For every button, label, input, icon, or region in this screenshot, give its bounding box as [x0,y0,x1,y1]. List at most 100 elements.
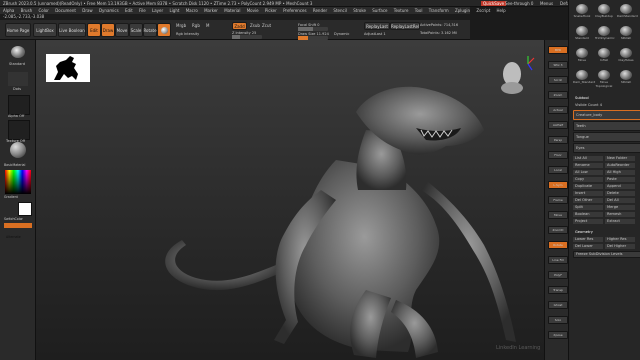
edit-button[interactable]: Edit [87,23,101,37]
menu-marker[interactable]: Marker [204,8,218,13]
see-through-slider[interactable]: See-through 0 [505,1,533,6]
brush-standard-button[interactable]: Standard [573,26,591,42]
menu-tool[interactable]: Tool [415,8,423,13]
subtool-autoreorder-button[interactable]: AutoReorder [605,163,635,168]
right-shelf-frame-button[interactable]: Frame [548,196,568,204]
subtool-delete-button[interactable]: Delete [605,191,635,196]
subtool-item[interactable]: Eyes [573,143,640,153]
viewport-canvas[interactable]: LinkedIn Learning [36,40,544,360]
subtool-remesh-button[interactable]: Remesh [605,212,635,217]
menu-macro[interactable]: Macro [186,8,198,13]
brush-trimdynamic-button[interactable]: TrimDynamic [595,26,615,42]
standard-brush-button[interactable] [8,46,28,62]
color-picker[interactable] [5,170,31,194]
subtool-insert-button[interactable]: Insert [573,191,603,196]
right-shelf-solo-button[interactable]: Solo [548,316,568,324]
live-boolean-button[interactable]: Live Boolean [58,23,86,37]
brush-claybuildup-button[interactable]: ClayBuildup [595,4,613,20]
menu-surface[interactable]: Surface [372,8,387,13]
mrgb-button[interactable]: Mrgb [176,23,186,29]
menu-zscript[interactable]: Zscript [476,8,490,13]
menu-edit[interactable]: Edit [125,8,133,13]
menu-document[interactable]: Document [55,8,76,13]
replay-last-button[interactable]: ReplayLast [364,22,390,30]
subtool-extract-button[interactable]: Extract [605,219,635,224]
rotate-button[interactable]: Rotate [143,23,157,37]
rgb-button[interactable]: Rgb [192,23,200,29]
home-page-button[interactable]: Home Page [5,23,31,37]
lower-res-button[interactable]: Lower Res [573,237,603,242]
right-shelf-zoomd-button[interactable]: ZoomD [548,226,568,234]
alpha-off-button[interactable] [8,95,30,115]
subtool-paste-button[interactable]: Paste [605,177,635,182]
menu-material[interactable]: Material [224,8,240,13]
menu-picker[interactable]: Picker [265,8,277,13]
subtool-new-folder-button[interactable]: New Folder [605,156,635,161]
subtool-list-all-button[interactable]: List All [573,156,603,161]
menu-preferences[interactable]: Preferences [283,8,307,13]
right-shelf-xpose-button[interactable]: Xpose [548,331,568,339]
move-button[interactable]: Move [115,23,129,37]
menu-stroke[interactable]: Stroke [353,8,366,13]
right-shelf-polyf-button[interactable]: PolyF [548,271,568,279]
subtool-rename-button[interactable]: Rename [573,163,603,168]
material-button[interactable] [8,142,28,162]
right-shelf-spix-3-button[interactable]: SPix 3 [548,61,568,69]
scale-button[interactable]: Scale [129,23,143,37]
right-shelf-bpr-button[interactable]: BPR [548,46,568,54]
menu-dynamics[interactable]: Dynamics [99,8,119,13]
zsub-button[interactable]: Zsub [250,23,260,29]
menu-color[interactable]: Color [38,8,48,13]
subtool-project-button[interactable]: Project [573,219,603,224]
brush-damstandard-button[interactable]: DamStandard [617,4,638,20]
right-shelf-move-button[interactable]: Move [548,211,568,219]
brush-inflat-button[interactable]: Inflat [595,48,613,64]
right-shelf-actual-button[interactable]: Actual [548,106,568,114]
subtool-item[interactable]: Creature_body [573,110,640,120]
material-swatch-button[interactable] [157,23,171,37]
subtool-split-button[interactable]: Split [573,205,603,210]
menu-alpha[interactable]: Alpha [3,8,14,13]
del-higher-button[interactable]: Del Higher [605,244,635,249]
subtool-item[interactable]: Teeth [573,121,640,131]
freeze-subdivision-levels-button[interactable]: Freeze SubDivision Levels [573,251,640,258]
menu-draw[interactable]: Draw [82,8,92,13]
subtool-del-all-button[interactable]: Del All [605,198,635,203]
switch-color-label[interactable]: SwitchColor [4,217,23,222]
brush-dam-standard-button[interactable]: Dam_Standard [573,70,595,86]
quicksave-button[interactable]: QuickSave [481,1,507,6]
menu-light[interactable]: Light [169,8,179,13]
menu-render[interactable]: Render [313,8,327,13]
brush-hpolish-button[interactable]: hPolish [617,70,635,86]
geometry-header[interactable]: Geometry [573,230,639,235]
right-shelf-local-button[interactable]: Local [548,166,568,174]
menu-help[interactable]: Help [497,8,506,13]
subtool-all-high-button[interactable]: All High [605,170,635,175]
replay-last-rel-button[interactable]: ReplayLastRel [390,22,420,30]
menu-transform[interactable]: Transform [429,8,449,13]
right-shelf-rotate-button[interactable]: Rotate [548,241,568,249]
subtool-duplicate-button[interactable]: Duplicate [573,184,603,189]
z-intensity-slider[interactable] [232,35,262,39]
subtool-header[interactable]: Subtool [573,96,639,101]
menu-stencil[interactable]: Stencil [333,8,347,13]
menu-texture[interactable]: Texture [394,8,409,13]
brush-move-button[interactable]: Move [573,48,591,64]
right-shelf-l-sym-button[interactable]: L.Sym [548,181,568,189]
brush-snakehook-button[interactable]: SnakeHook [573,4,591,20]
subtool-item[interactable]: Tongue [573,132,640,142]
menu-layer[interactable]: Layer [152,8,163,13]
brush-claytubes-button[interactable]: ClayTubes [617,48,635,64]
alternate-button[interactable]: Alternate [4,223,32,239]
right-shelf-transp-button[interactable]: Transp [548,286,568,294]
zcut-button[interactable]: Zcut [262,23,271,29]
dynamic-toggle[interactable]: Dynamic [334,31,349,37]
right-shelf-scroll-button[interactable]: Scroll [548,76,568,84]
menu-file[interactable]: File [139,8,146,13]
right-shelf-line-fill-button[interactable]: Line Fill [548,256,568,264]
menus-button[interactable]: Menus [540,1,553,6]
right-shelf-zoom-button[interactable]: Zoom [548,91,568,99]
stroke-dots-button[interactable] [8,72,28,86]
texture-off-button[interactable] [8,120,30,140]
menu-zplugin[interactable]: Zplugin [455,8,470,13]
